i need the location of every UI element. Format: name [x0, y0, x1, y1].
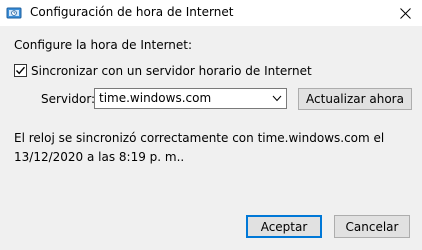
sync-checkbox-label[interactable]: Sincronizar con un servidor horario de I…	[31, 64, 312, 78]
cancel-button[interactable]: Cancelar	[334, 215, 410, 238]
section-heading: Configure la hora de Internet:	[14, 38, 193, 52]
update-now-button-label: Actualizar ahora	[306, 92, 404, 106]
update-now-button[interactable]: Actualizar ahora	[298, 88, 412, 110]
chevron-down-icon[interactable]	[272, 95, 282, 102]
window-title: Configuración de hora de Internet	[30, 5, 234, 19]
server-combobox-value[interactable]: time.windows.com	[99, 91, 211, 105]
sync-checkbox[interactable]	[14, 64, 27, 77]
close-icon	[399, 7, 411, 19]
accept-button-label: Aceptar	[260, 219, 308, 234]
internet-time-icon	[6, 5, 22, 21]
close-button[interactable]	[388, 0, 422, 26]
title-bar: Configuración de hora de Internet	[0, 0, 422, 26]
server-combobox[interactable]: time.windows.com	[94, 88, 287, 109]
cancel-button-label: Cancelar	[345, 219, 399, 234]
sync-status-message: El reloj se sincronizó correctamente con…	[14, 131, 385, 164]
accept-button[interactable]: Aceptar	[246, 215, 322, 238]
server-label: Servidor:	[41, 92, 96, 106]
checkmark-icon	[15, 66, 26, 75]
